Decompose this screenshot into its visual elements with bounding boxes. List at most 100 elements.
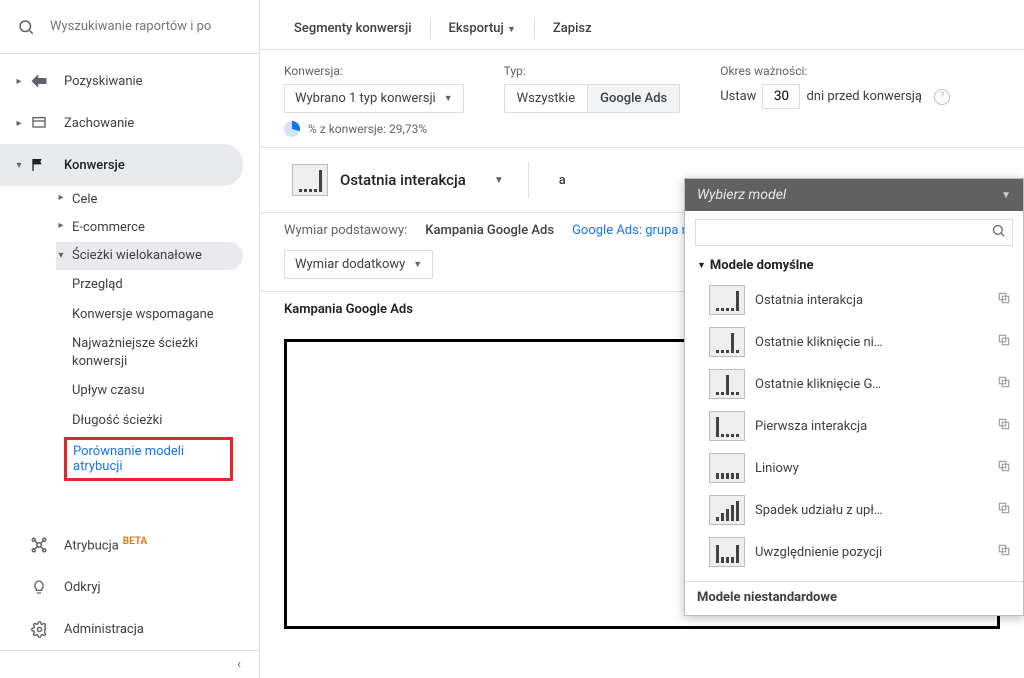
sub-ecommerce[interactable]: ▸ E-commerce bbox=[56, 214, 259, 242]
chevron-right-icon: ▸ bbox=[14, 76, 24, 87]
flag-icon bbox=[28, 154, 50, 176]
nav-label: Pozyskiwanie bbox=[64, 74, 143, 89]
copy-icon[interactable] bbox=[997, 333, 1011, 351]
nav-behavior[interactable]: ▸ Zachowanie bbox=[0, 102, 259, 144]
dropdown-title: Wybierz model bbox=[697, 187, 786, 203]
copy-icon[interactable] bbox=[997, 417, 1011, 435]
highlighted-selection: Porównanie modeli atrybucji bbox=[64, 437, 233, 481]
select-label: Wybrano 1 typ konwersji bbox=[295, 91, 436, 106]
help-icon[interactable]: ? bbox=[934, 89, 950, 105]
report-search-input[interactable] bbox=[50, 19, 251, 34]
copy-icon[interactable] bbox=[997, 501, 1011, 519]
gear-icon bbox=[28, 618, 50, 640]
dropdown-section-default[interactable]: ▼ Modele domyślne bbox=[685, 254, 1023, 277]
search-icon bbox=[991, 223, 1006, 242]
model-selector[interactable]: Ostatnia interakcja ▼ bbox=[284, 160, 512, 200]
nav-label: Konwersje bbox=[64, 158, 125, 173]
dropdown-header[interactable]: Wybierz model ▼ bbox=[685, 179, 1023, 211]
toolbar: Segmenty konwersji Eksportuj ▼ Zapisz bbox=[260, 8, 1024, 50]
mcf-time-lag[interactable]: Upływ czasu bbox=[72, 376, 259, 406]
nav-label: Odkryj bbox=[64, 580, 101, 595]
last-interaction-icon bbox=[292, 164, 328, 196]
mcf-model-comparison[interactable]: Porównanie modeli atrybucji bbox=[73, 444, 224, 474]
conversions-submenu: ▸ Cele ▸ E-commerce ▾ Ścieżki wielokanał… bbox=[0, 186, 259, 270]
chevron-down-icon: ▼ bbox=[444, 93, 453, 104]
type-all[interactable]: Wszystkie bbox=[505, 85, 588, 112]
sub-mcf[interactable]: ▾ Ścieżki wielokanałowe bbox=[56, 242, 243, 270]
model-label: Uwzględnienie pozycji bbox=[755, 545, 987, 560]
conversion-pct-row: % z konwersje: 29,73% bbox=[260, 119, 1024, 147]
model-last-nondirect-click[interactable]: Ostatnie kliknięcie ni… bbox=[689, 321, 1019, 363]
secondary-dim-select[interactable]: Wymiar dodatkowy ▼ bbox=[284, 250, 433, 279]
nav-admin[interactable]: Administracja bbox=[0, 608, 259, 650]
nav-conversions[interactable]: ▾ Konwersje bbox=[0, 144, 243, 186]
dropdown-default-list: Ostatnia interakcja Ostatnie kliknięcie … bbox=[685, 277, 1023, 581]
lookback-prefix: Ustaw bbox=[720, 89, 756, 104]
dropdown-search-box[interactable] bbox=[695, 219, 1013, 246]
copy-icon[interactable] bbox=[997, 543, 1011, 561]
vs-label: a bbox=[559, 173, 566, 188]
mcf-path-length[interactable]: Długość ścieżki bbox=[72, 406, 259, 436]
mcf-assisted[interactable]: Konwersje wspomagane bbox=[72, 300, 259, 330]
sub-label: Cele bbox=[72, 192, 247, 207]
separator bbox=[534, 19, 535, 39]
mcf-submenu: Przegląd Konwersje wspomagane Najważniej… bbox=[0, 270, 259, 435]
filter-caption: Okres ważności: bbox=[720, 64, 950, 78]
attribution-icon bbox=[28, 534, 50, 556]
collapse-sidebar[interactable]: ‹ bbox=[0, 650, 259, 678]
sub-goals[interactable]: ▸ Cele bbox=[56, 186, 259, 214]
type-segmented: Wszystkie Google Ads bbox=[504, 84, 681, 113]
mcf-top-paths[interactable]: Najważniejsze ścieżki konwersji bbox=[72, 329, 259, 376]
acquisition-icon bbox=[28, 70, 50, 92]
model-dropdown: Wybierz model ▼ ▼ Modele domyślne Ostatn… bbox=[684, 178, 1024, 616]
nav-acquisition[interactable]: ▸ Pozyskiwanie bbox=[0, 60, 259, 102]
save-button[interactable]: Zapisz bbox=[543, 15, 602, 42]
chevron-right-icon: ▸ bbox=[56, 192, 66, 203]
separator bbox=[528, 162, 529, 198]
nav-attribution[interactable]: AtrybucjaBETA bbox=[0, 524, 259, 566]
report-search[interactable] bbox=[0, 0, 259, 54]
beta-badge: BETA bbox=[123, 536, 147, 547]
sidebar: ▸ Pozyskiwanie ▸ Zachowanie ▾ Konwersje … bbox=[0, 0, 260, 678]
filter-caption: Konwersja: bbox=[284, 64, 464, 78]
chevron-down-icon: ▾ bbox=[14, 160, 24, 171]
bottom-nav: AtrybucjaBETA Odkryj Administracja ‹ bbox=[0, 524, 259, 678]
separator bbox=[430, 19, 431, 39]
search-icon bbox=[14, 15, 38, 39]
linear-icon bbox=[709, 453, 745, 483]
conversion-pct-text: % z konwersje: 29,73% bbox=[308, 122, 427, 136]
select-label: Wymiar dodatkowy bbox=[295, 257, 405, 272]
mcf-overview[interactable]: Przegląd bbox=[72, 270, 259, 300]
model-label: Liniowy bbox=[755, 461, 987, 476]
lookback-days-input[interactable] bbox=[762, 84, 800, 109]
model-last-interaction[interactable]: Ostatnia interakcja bbox=[689, 279, 1019, 321]
type-google-ads[interactable]: Google Ads bbox=[588, 85, 679, 112]
model-last-gads-click[interactable]: Ostatnie kliknięcie G… bbox=[689, 363, 1019, 405]
chevron-right-icon: ▸ bbox=[56, 220, 66, 231]
dropdown-search-input[interactable] bbox=[702, 225, 991, 240]
model-time-decay[interactable]: Spadek udziału z upł… bbox=[689, 489, 1019, 531]
copy-icon[interactable] bbox=[997, 375, 1011, 393]
primary-dim[interactable]: Kampania Google Ads bbox=[425, 223, 554, 238]
model-label: Ostatnia interakcja bbox=[755, 293, 987, 308]
model-label: Ostatnie kliknięcie G… bbox=[755, 377, 987, 392]
copy-icon[interactable] bbox=[997, 459, 1011, 477]
chevron-down-icon: ▼ bbox=[507, 25, 516, 35]
copy-icon[interactable] bbox=[997, 291, 1011, 309]
chevron-down-icon: ▾ bbox=[56, 250, 66, 261]
model-position-based[interactable]: Uwzględnienie pozycji bbox=[689, 531, 1019, 573]
last-gads-icon bbox=[709, 369, 745, 399]
conversion-select[interactable]: Wybrano 1 typ konwersji ▼ bbox=[284, 84, 464, 113]
model-label: Pierwsza interakcja bbox=[755, 419, 987, 434]
model-first-interaction[interactable]: Pierwsza interakcja bbox=[689, 405, 1019, 447]
sub-label: Ścieżki wielokanałowe bbox=[72, 248, 231, 263]
chevron-down-icon: ▼ bbox=[494, 175, 504, 186]
model-linear[interactable]: Liniowy bbox=[689, 447, 1019, 489]
last-nondirect-icon bbox=[709, 327, 745, 357]
segments-button[interactable]: Segmenty konwersji bbox=[284, 15, 422, 42]
conversion-filter: Konwersja: Wybrano 1 typ konwersji ▼ bbox=[284, 64, 464, 113]
filters-row: Konwersja: Wybrano 1 typ konwersji ▼ Typ… bbox=[260, 50, 1024, 119]
nav-discover[interactable]: Odkryj bbox=[0, 566, 259, 608]
dropdown-section-custom[interactable]: Modele niestandardowe bbox=[685, 581, 1023, 615]
export-button[interactable]: Eksportuj ▼ bbox=[439, 15, 526, 42]
